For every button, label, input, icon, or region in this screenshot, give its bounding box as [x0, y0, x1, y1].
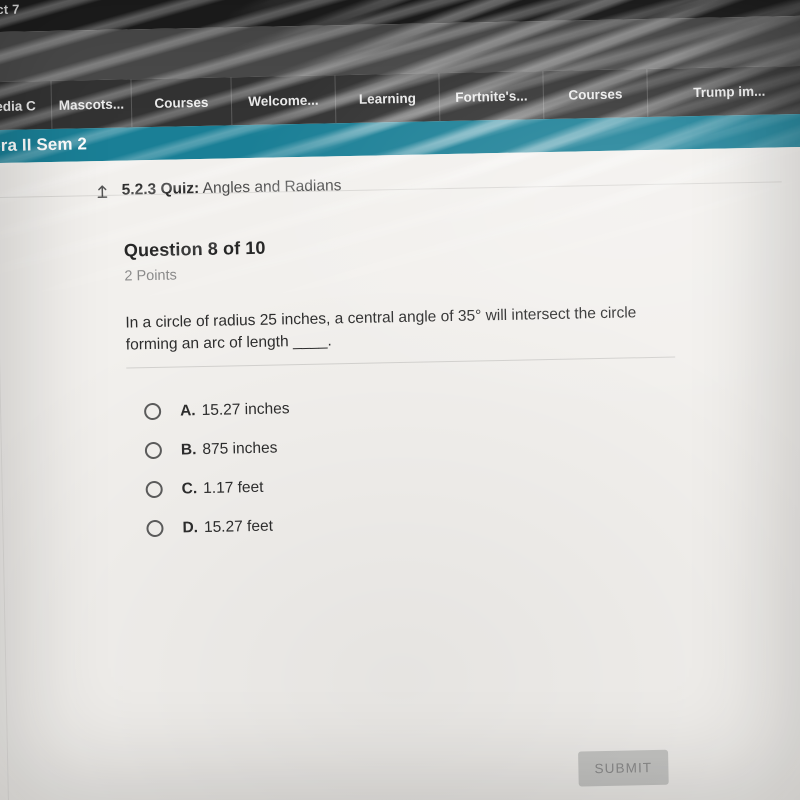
answer-label-a: A. 15.27 inches	[180, 400, 290, 420]
breadcrumb-type: Quiz:	[160, 180, 200, 198]
answer-label-c: C. 1.17 feet	[182, 478, 264, 498]
answer-text-c: 1.17 feet	[203, 478, 264, 497]
course-title: ebra II Sem 2	[0, 134, 88, 156]
browser-tab[interactable]: Courses	[131, 77, 233, 128]
page-left-rule	[0, 163, 10, 800]
answer-letter-c: C.	[181, 479, 198, 497]
answer-options[interactable]: A. 15.27 inches B. 875 inches C. 1.17 feet	[143, 384, 567, 548]
answer-label-d: D. 15.27 feet	[182, 517, 273, 537]
question-heading: Question 8 of 10	[123, 237, 266, 261]
browser-tab[interactable]: Mascots...	[51, 79, 133, 129]
submit-button[interactable]: SUBMIT	[578, 749, 669, 787]
photo-of-screen: Oct 7 AA course.apexlearning.com	[0, 0, 800, 800]
answer-letter-d: D.	[182, 518, 199, 536]
breadcrumb[interactable]: 5.2.3 Quiz: Angles and Radians	[0, 156, 800, 209]
browser-tab[interactable]: Trump im...	[647, 65, 800, 117]
tablet-screen: Oct 7 AA course.apexlearning.com	[0, 0, 800, 800]
browser-tab[interactable]: Fortnite's...	[439, 71, 545, 122]
radio-button-c[interactable]	[145, 480, 163, 499]
browser-tab[interactable]: Learning	[335, 73, 441, 124]
breadcrumb-name: Angles and Radians	[202, 177, 342, 197]
answer-letter-b: B.	[180, 440, 197, 458]
radio-button-a[interactable]	[143, 402, 162, 421]
question-points: 2 Points	[124, 267, 177, 285]
answer-text-d: 15.27 feet	[203, 517, 274, 536]
up-arrow-icon[interactable]	[94, 183, 111, 200]
answers-divider	[126, 356, 676, 369]
answer-text-b: 875 inches	[202, 439, 278, 458]
breadcrumb-text: 5.2.3 Quiz: Angles and Radians	[122, 177, 342, 199]
browser-tab[interactable]: edia C	[0, 80, 53, 131]
answer-letter-a: A.	[179, 401, 196, 419]
quiz-page: 5.2.3 Quiz: Angles and Radians Question …	[0, 146, 800, 800]
answer-label-b: B. 875 inches	[181, 439, 278, 459]
radio-button-d[interactable]	[146, 519, 164, 538]
breadcrumb-number: 5.2.3	[121, 180, 157, 199]
browser-tab[interactable]: Welcome...	[231, 75, 337, 126]
browser-tab[interactable]: Courses	[543, 69, 649, 120]
status-bar-date: Oct 7	[0, 1, 20, 18]
radio-button-b[interactable]	[144, 441, 163, 460]
answer-option-d[interactable]: D. 15.27 feet	[146, 501, 567, 548]
question-text: In a circle of radius 25 inches, a centr…	[125, 304, 637, 354]
answer-text-a: 15.27 inches	[201, 399, 290, 419]
